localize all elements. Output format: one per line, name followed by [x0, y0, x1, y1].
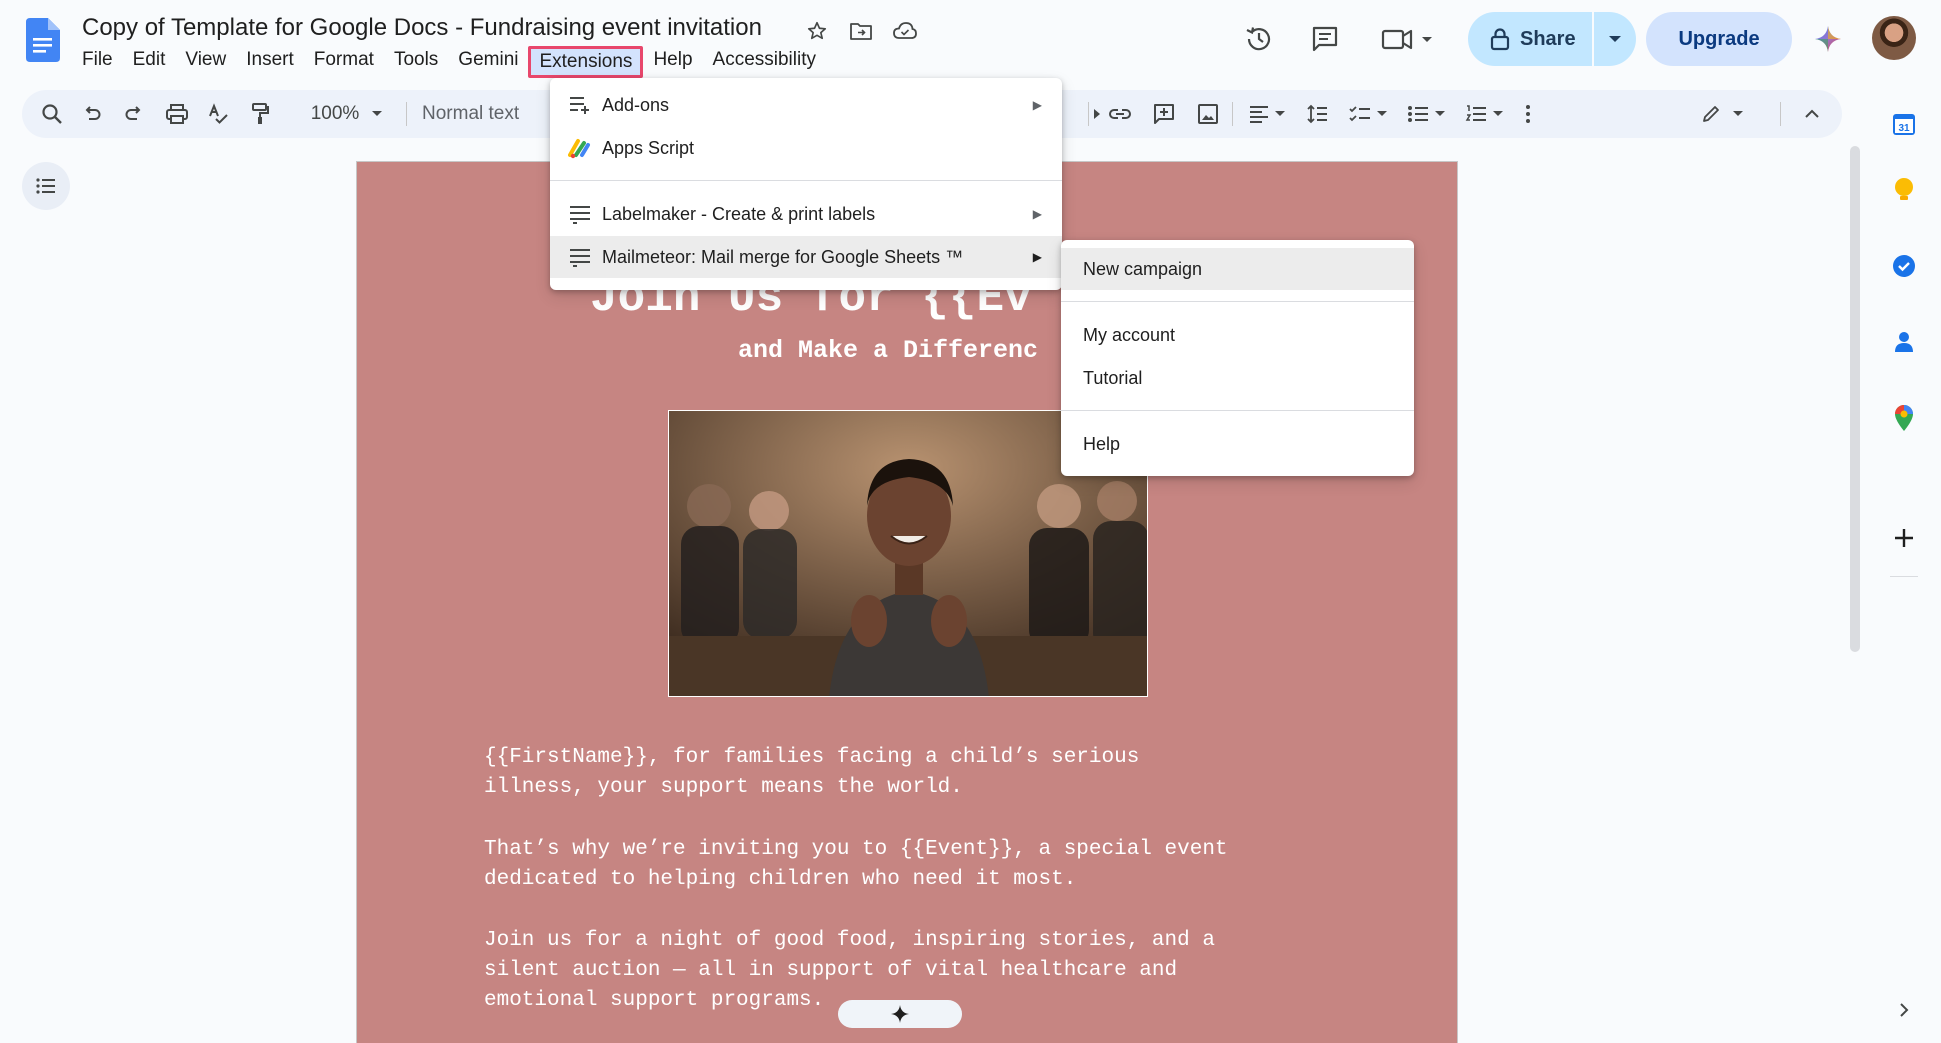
invitation-subheading: and Make a Differenc — [738, 336, 1039, 365]
menu-bar: File Edit View Insert Format Tools Gemin… — [72, 46, 826, 78]
sparkle-icon — [891, 1005, 909, 1023]
user-avatar[interactable] — [1872, 16, 1916, 60]
numbered-list-select[interactable] — [1458, 90, 1510, 138]
submenu-arrow-icon: ▶ — [1032, 250, 1042, 264]
gemini-assist-button[interactable] — [838, 1000, 962, 1028]
bulleted-list-icon — [1408, 106, 1428, 122]
menu-gemini[interactable]: Gemini — [448, 46, 528, 78]
addon-list-icon — [568, 245, 592, 269]
tasks-icon[interactable] — [1880, 242, 1928, 290]
paragraph-2: That’s why we’re inviting you to {{Event… — [484, 838, 1228, 891]
addon-list-icon — [568, 202, 592, 226]
comments-icon[interactable] — [1302, 12, 1348, 66]
numbered-list-icon — [1465, 105, 1486, 121]
hide-menus-icon[interactable] — [1792, 90, 1832, 138]
header: Copy of Template for Google Docs - Fundr… — [0, 0, 1941, 78]
zoom-value: 100% — [310, 103, 360, 124]
align-select[interactable] — [1242, 90, 1292, 138]
chevron-down-icon — [1733, 111, 1743, 116]
contacts-icon[interactable] — [1880, 318, 1928, 366]
search-menus-icon[interactable] — [32, 90, 72, 138]
add-icon[interactable] — [1880, 514, 1928, 562]
menu-edit[interactable]: Edit — [123, 46, 176, 78]
version-history-icon[interactable] — [1236, 12, 1282, 66]
undo-icon[interactable] — [74, 90, 110, 138]
redo-icon[interactable] — [116, 90, 152, 138]
cloud-saved-icon[interactable] — [890, 16, 920, 46]
upgrade-button[interactable]: Upgrade — [1646, 12, 1792, 66]
chevron-down-icon — [372, 111, 383, 116]
menu-item-labelmaker[interactable]: Labelmaker - Create & print labels ▶ — [550, 193, 1062, 235]
menu-tools[interactable]: Tools — [384, 46, 448, 78]
docs-logo-icon[interactable] — [24, 18, 60, 62]
move-folder-icon[interactable] — [846, 16, 876, 46]
document-title[interactable]: Copy of Template for Google Docs - Fundr… — [82, 14, 762, 42]
add-comment-icon[interactable] — [1144, 90, 1184, 138]
menu-help[interactable]: Help — [643, 46, 702, 78]
paragraph-style-select[interactable]: Normal text — [422, 90, 552, 138]
menu-item-help[interactable]: Help — [1061, 423, 1414, 465]
menu-view[interactable]: View — [175, 46, 236, 78]
menu-item-tutorial[interactable]: Tutorial — [1061, 357, 1414, 399]
vertical-scrollbar[interactable] — [1850, 146, 1860, 652]
checklist-select[interactable] — [1342, 90, 1394, 138]
menu-file[interactable]: File — [72, 46, 123, 78]
editing-mode-select[interactable] — [1692, 90, 1752, 138]
keep-icon[interactable] — [1880, 166, 1928, 214]
insert-image-icon[interactable] — [1188, 90, 1228, 138]
chevron-down-icon — [1377, 111, 1387, 116]
chevron-down-icon — [1275, 111, 1285, 116]
star-icon[interactable] — [802, 16, 832, 46]
outline-list-icon — [36, 178, 55, 194]
more-options-icon[interactable] — [1516, 90, 1540, 138]
document-outline-button[interactable] — [22, 162, 70, 210]
share-dropdown-icon[interactable] — [1594, 34, 1636, 44]
menu-item-add-ons[interactable]: Add-ons ▶ — [550, 84, 1062, 126]
menu-item-my-account[interactable]: My account — [1061, 314, 1414, 356]
pencil-icon — [1703, 106, 1719, 122]
svg-text:31: 31 — [1898, 123, 1910, 134]
menu-extensions[interactable]: Extensions — [528, 46, 644, 78]
print-icon[interactable] — [158, 90, 196, 138]
menu-item-new-campaign[interactable]: New campaign — [1061, 248, 1414, 290]
spellcheck-icon[interactable] — [200, 90, 236, 138]
align-left-icon — [1250, 106, 1268, 123]
menu-item-apps-script[interactable]: Apps Script — [550, 127, 1062, 169]
menu-item-mailmeteor[interactable]: Mailmeteor: Mail merge for Google Sheets… — [550, 236, 1062, 278]
meet-icon[interactable] — [1376, 12, 1446, 66]
addons-icon — [568, 93, 592, 117]
zoom-select[interactable]: 100% — [302, 90, 392, 138]
line-spacing-icon[interactable] — [1298, 90, 1336, 138]
apps-script-icon — [568, 136, 592, 160]
chevron-down-icon — [1493, 111, 1503, 116]
bulleted-list-select[interactable] — [1400, 90, 1452, 138]
chevron-down-icon — [1435, 111, 1445, 116]
menu-insert[interactable]: Insert — [236, 46, 304, 78]
menu-accessibility[interactable]: Accessibility — [703, 46, 826, 78]
menu-format[interactable]: Format — [304, 46, 384, 78]
paragraph-1: {{FirstName}}, for families facing a chi… — [484, 746, 1140, 799]
submenu-arrow-icon: ▶ — [1032, 207, 1042, 221]
maps-icon[interactable] — [1880, 394, 1928, 442]
share-button[interactable]: Share — [1468, 12, 1636, 66]
mailmeteor-submenu: New campaign My account Tutorial Help — [1061, 240, 1414, 476]
share-label: Share — [1520, 27, 1576, 50]
insert-link-icon[interactable] — [1100, 90, 1140, 138]
checklist-icon — [1349, 106, 1370, 122]
lock-icon — [1490, 28, 1510, 51]
gemini-icon[interactable] — [1808, 12, 1848, 66]
calendar-icon[interactable]: 31 — [1880, 100, 1928, 148]
expand-side-panel-icon[interactable] — [1880, 986, 1928, 1034]
paint-format-icon[interactable] — [242, 90, 278, 138]
extensions-menu: Add-ons ▶ Apps Script Labelmaker - Creat… — [550, 78, 1062, 290]
submenu-arrow-icon: ▶ — [1032, 98, 1042, 112]
